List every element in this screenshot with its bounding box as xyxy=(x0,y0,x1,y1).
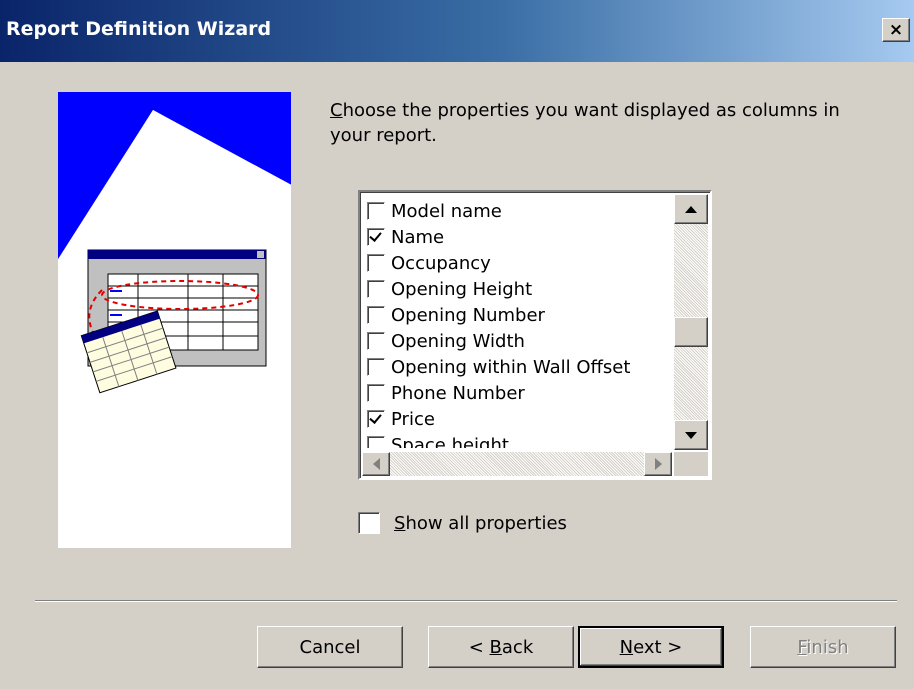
instruction-rest: hoose the properties you want displayed … xyxy=(330,100,840,146)
property-label: Opening within Wall Offset xyxy=(391,356,631,378)
button-label: Next > xyxy=(619,636,683,658)
property-checkbox[interactable] xyxy=(367,228,385,246)
property-checkbox[interactable] xyxy=(367,306,385,324)
property-label: Phone Number xyxy=(391,382,525,404)
property-item[interactable]: Space height xyxy=(362,432,509,448)
property-checkbox[interactable] xyxy=(367,202,385,220)
wizard-dialog: Report Definition Wizard × Choose the pr… xyxy=(0,0,914,689)
title-bar[interactable]: Report Definition Wizard × xyxy=(0,0,914,62)
property-item[interactable]: Opening Number xyxy=(362,302,545,328)
property-label: Name xyxy=(391,226,445,248)
scroll-left-button[interactable] xyxy=(362,452,390,476)
close-button[interactable]: × xyxy=(882,18,910,42)
show-all-properties-checkbox[interactable]: Show all properties xyxy=(358,512,567,534)
property-label: Price xyxy=(391,408,435,430)
property-item[interactable]: Opening Height xyxy=(362,276,532,302)
property-checkbox[interactable] xyxy=(367,332,385,350)
report-illustration-icon xyxy=(58,92,291,548)
property-label: Opening Width xyxy=(391,330,525,352)
property-checkbox[interactable] xyxy=(367,358,385,376)
horizontal-scrollbar[interactable] xyxy=(362,452,672,476)
property-item[interactable]: Phone Number xyxy=(362,380,525,406)
property-item[interactable]: Name xyxy=(362,224,444,250)
property-label: Occupancy xyxy=(391,252,491,274)
show-all-label-rest: how all properties xyxy=(405,512,567,534)
button-label: Finish xyxy=(797,636,849,658)
property-item[interactable]: Occupancy xyxy=(362,250,491,276)
scroll-thumb[interactable] xyxy=(674,317,708,347)
next-button[interactable]: Next > xyxy=(578,626,724,668)
separator-line xyxy=(35,600,897,602)
scroll-down-button[interactable] xyxy=(674,420,708,450)
property-item[interactable]: Opening Width xyxy=(362,328,525,354)
wizard-illustration xyxy=(58,92,291,548)
button-label: Cancel xyxy=(299,636,361,658)
property-item[interactable]: Price xyxy=(362,406,435,432)
property-label: Model name xyxy=(391,200,502,222)
property-item[interactable]: Model name xyxy=(362,198,502,224)
instruction-text: Choose the properties you want displayed… xyxy=(330,98,850,148)
finish-button[interactable]: Finish xyxy=(750,626,896,668)
properties-listbox[interactable]: Model name Name Occupancy Opening Height Ope… xyxy=(358,190,712,480)
right-arrow-icon xyxy=(654,458,662,470)
up-arrow-icon xyxy=(685,205,697,213)
instruction-access-key: C xyxy=(330,100,343,121)
button-label: < Back xyxy=(468,636,534,658)
vertical-scrollbar[interactable] xyxy=(674,194,708,450)
property-checkbox[interactable] xyxy=(367,436,385,448)
property-checkbox[interactable] xyxy=(367,254,385,272)
scrollbar-corner xyxy=(674,452,708,476)
property-label: Opening Height xyxy=(391,278,533,300)
back-button[interactable]: < Back xyxy=(428,626,574,668)
property-item[interactable]: Opening within Wall Offset xyxy=(362,354,630,380)
window-title: Report Definition Wizard xyxy=(6,18,272,40)
scroll-right-button[interactable] xyxy=(644,452,672,476)
show-all-label: Show all properties xyxy=(394,513,567,534)
property-checkbox[interactable] xyxy=(367,384,385,402)
show-all-access-key: S xyxy=(394,512,406,534)
properties-list: Model name Name Occupancy Opening Height Ope… xyxy=(362,194,672,448)
left-arrow-icon xyxy=(372,458,380,470)
property-checkbox[interactable] xyxy=(367,410,385,428)
property-label: Opening Number xyxy=(391,304,545,326)
show-all-checkbox-box[interactable] xyxy=(358,512,380,534)
scroll-up-button[interactable] xyxy=(674,194,708,224)
property-checkbox[interactable] xyxy=(367,280,385,298)
close-icon: × xyxy=(888,20,904,40)
property-label: Space height xyxy=(391,434,509,449)
down-arrow-icon xyxy=(685,431,697,439)
cancel-button[interactable]: Cancel xyxy=(257,626,403,668)
